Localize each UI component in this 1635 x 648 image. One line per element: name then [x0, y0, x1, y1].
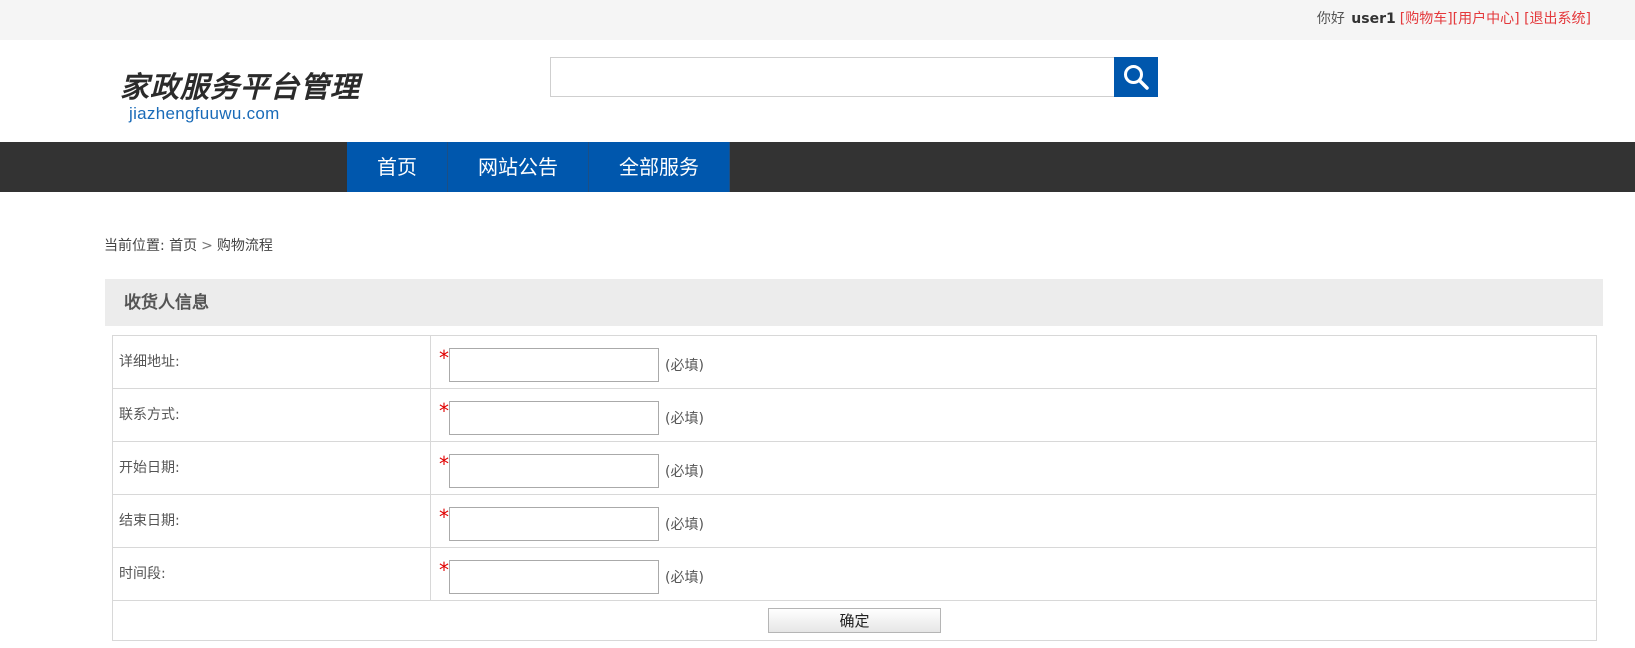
required-hint: (必填)	[665, 570, 704, 586]
breadcrumb: 当前位置: 首页 > 购物流程	[104, 236, 273, 256]
address-cell: * (必填)	[431, 336, 1596, 389]
end-date-label: 结束日期:	[113, 495, 431, 548]
required-marker: *	[439, 505, 449, 529]
nav-item-announcements[interactable]: 网站公告	[448, 142, 589, 192]
form-row-submit: 确定	[113, 601, 1596, 640]
header: 家政服务平台管理 jiazhengfuuwu.com	[0, 40, 1635, 142]
section-title: 收货人信息	[124, 293, 209, 313]
form-row-address: 详细地址: * (必填)	[113, 336, 1596, 389]
address-label: 详细地址:	[113, 336, 431, 389]
breadcrumb-prefix: 当前位置:	[104, 238, 165, 254]
contact-input[interactable]	[449, 401, 659, 435]
time-slot-label: 时间段:	[113, 548, 431, 601]
confirm-button[interactable]: 确定	[768, 608, 941, 633]
consignee-form: 详细地址: * (必填) 联系方式: * (必填) 开始日期: * (必填) 结…	[112, 335, 1597, 641]
start-date-label: 开始日期:	[113, 442, 431, 495]
search-icon	[1124, 65, 1149, 90]
greeting-text: 你好	[1316, 11, 1345, 27]
search-button[interactable]	[1114, 57, 1158, 97]
logout-link[interactable]: [退出系统]	[1524, 11, 1591, 27]
end-date-input[interactable]	[449, 507, 659, 541]
username: user1	[1351, 11, 1396, 27]
required-hint: (必填)	[665, 358, 704, 374]
user-center-link[interactable]: [用户中心]	[1453, 11, 1520, 27]
nav-item-home[interactable]: 首页	[347, 142, 448, 192]
form-row-contact: 联系方式: * (必填)	[113, 389, 1596, 442]
contact-cell: * (必填)	[431, 389, 1596, 442]
chevron-right-icon: >	[201, 238, 213, 254]
address-input[interactable]	[449, 348, 659, 382]
cart-link[interactable]: [购物车]	[1400, 11, 1453, 27]
form-row-start-date: 开始日期: * (必填)	[113, 442, 1596, 495]
time-slot-cell: * (必填)	[431, 548, 1596, 601]
site-logo[interactable]: 家政服务平台管理 jiazhengfuuwu.com	[120, 62, 359, 126]
search-input[interactable]	[550, 57, 1115, 97]
breadcrumb-current: 购物流程	[216, 238, 273, 254]
required-marker: *	[439, 399, 449, 423]
top-bar: 你好 user1 [购物车][用户中心] [退出系统]	[0, 0, 1635, 40]
section-header: 收货人信息	[105, 279, 1603, 326]
required-hint: (必填)	[665, 411, 704, 427]
user-greeting-area: 你好 user1 [购物车][用户中心] [退出系统]	[1317, 9, 1591, 29]
nav-item-all-services[interactable]: 全部服务	[589, 142, 730, 192]
required-marker: *	[439, 346, 449, 370]
required-hint: (必填)	[665, 464, 704, 480]
start-date-input[interactable]	[449, 454, 659, 488]
end-date-cell: * (必填)	[431, 495, 1596, 548]
breadcrumb-home-link[interactable]: 首页	[169, 238, 197, 254]
time-slot-input[interactable]	[449, 560, 659, 594]
contact-label: 联系方式:	[113, 389, 431, 442]
start-date-cell: * (必填)	[431, 442, 1596, 495]
required-hint: (必填)	[665, 517, 704, 533]
form-row-end-date: 结束日期: * (必填)	[113, 495, 1596, 548]
logo-text-cn: 家政服务平台管理	[120, 70, 361, 104]
form-row-time-slot: 时间段: * (必填)	[113, 548, 1596, 601]
main-nav: 首页 网站公告 全部服务	[0, 142, 1635, 192]
required-marker: *	[439, 558, 449, 582]
required-marker: *	[439, 452, 449, 476]
logo-text-en: jiazhengfuuwu.com	[129, 104, 280, 123]
